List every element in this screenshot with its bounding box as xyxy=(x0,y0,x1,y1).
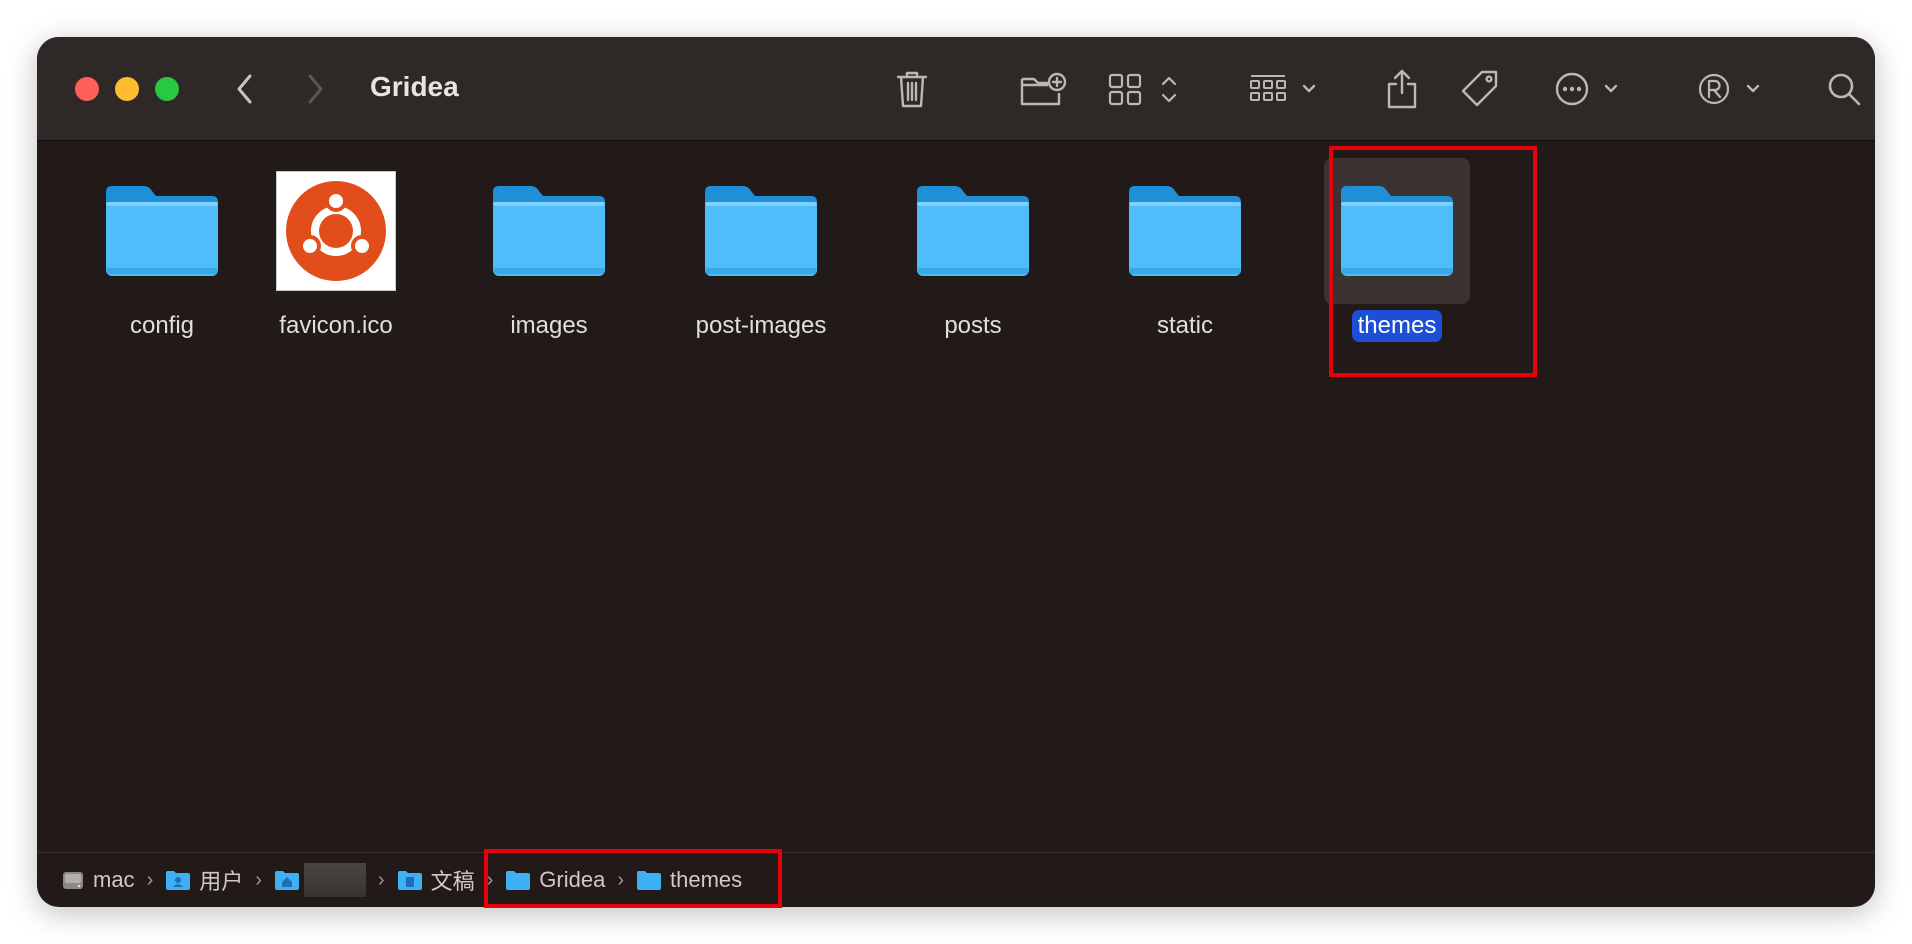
path-separator: › xyxy=(146,868,154,891)
window-title: Gridea xyxy=(370,71,459,102)
new-folder-icon xyxy=(1020,72,1067,106)
file-name: post-images xyxy=(695,312,827,339)
new-folder-button[interactable] xyxy=(1015,65,1071,113)
path-separator: › xyxy=(255,868,262,891)
file-name: posts xyxy=(944,312,1002,339)
close-button[interactable] xyxy=(75,77,99,101)
group-by-button[interactable] xyxy=(1245,65,1325,113)
file-name: static xyxy=(1156,312,1213,339)
file-name: favicon.ico xyxy=(279,312,393,339)
chevron-left-icon xyxy=(237,74,252,104)
path-bar: mac › 用户 › › 文稿 › Gridea › themes xyxy=(37,852,1875,907)
hard-drive-icon xyxy=(63,872,83,889)
share-icon xyxy=(1387,69,1417,109)
path-item-label: 文稿 xyxy=(430,869,475,894)
zoom-button[interactable] xyxy=(155,77,179,101)
folder-icon xyxy=(1129,186,1241,276)
tag-button[interactable] xyxy=(1455,65,1505,113)
path-item-home[interactable] xyxy=(274,863,366,897)
folder-icon xyxy=(106,186,218,276)
highlight-box-path xyxy=(484,849,782,908)
icon-view-icon xyxy=(1108,73,1177,106)
folder-icon-box xyxy=(688,158,834,304)
home-folder-icon xyxy=(274,871,299,890)
folder-icon-box xyxy=(476,158,622,304)
registered-menu-button[interactable] xyxy=(1693,65,1773,113)
tag-icon xyxy=(1461,70,1498,107)
path-item-label: 用户 xyxy=(199,869,244,894)
ubuntu-logo-icon xyxy=(286,181,386,281)
folder-icon-box xyxy=(900,158,1046,304)
finder-window: Gridea config favicon.ico images post-im… xyxy=(37,37,1875,907)
registered-icon xyxy=(1698,73,1760,105)
back-button[interactable] xyxy=(223,67,267,111)
file-grid: config favicon.ico images post-images po… xyxy=(37,141,1875,851)
toolbar: Gridea xyxy=(37,37,1875,141)
path-item-label: mac xyxy=(93,867,135,892)
more-actions-icon xyxy=(1555,72,1618,106)
folder-icon xyxy=(493,186,605,276)
group-by-icon xyxy=(1250,75,1316,101)
folder-icon-box xyxy=(89,158,235,304)
minimize-button[interactable] xyxy=(115,77,139,101)
users-folder-icon xyxy=(166,871,191,890)
file-name: images xyxy=(510,312,588,339)
folder-icon xyxy=(917,186,1029,276)
search-button[interactable] xyxy=(1819,65,1869,113)
trash-icon xyxy=(896,71,928,108)
folder-icon-box xyxy=(1112,158,1258,304)
documents-folder-icon xyxy=(397,871,422,890)
file-name: config xyxy=(129,312,195,339)
path-item-mac[interactable]: mac xyxy=(61,867,135,893)
redacted-username xyxy=(303,863,366,897)
share-button[interactable] xyxy=(1377,65,1427,113)
more-actions-button[interactable] xyxy=(1549,65,1629,113)
forward-button[interactable] xyxy=(293,67,337,111)
path-item-users[interactable]: 用户 xyxy=(165,864,243,896)
path-separator: › xyxy=(377,868,385,891)
path-item-documents[interactable]: 文稿 xyxy=(397,864,475,896)
icon-view-button[interactable] xyxy=(1105,65,1185,113)
chevron-right-icon xyxy=(308,74,323,104)
search-icon xyxy=(1828,73,1861,106)
image-icon-box xyxy=(263,158,409,304)
folder-icon xyxy=(705,186,817,276)
highlight-box-themes-item xyxy=(1329,146,1537,377)
favicon-thumbnail xyxy=(276,171,396,291)
trash-button[interactable] xyxy=(887,65,937,113)
